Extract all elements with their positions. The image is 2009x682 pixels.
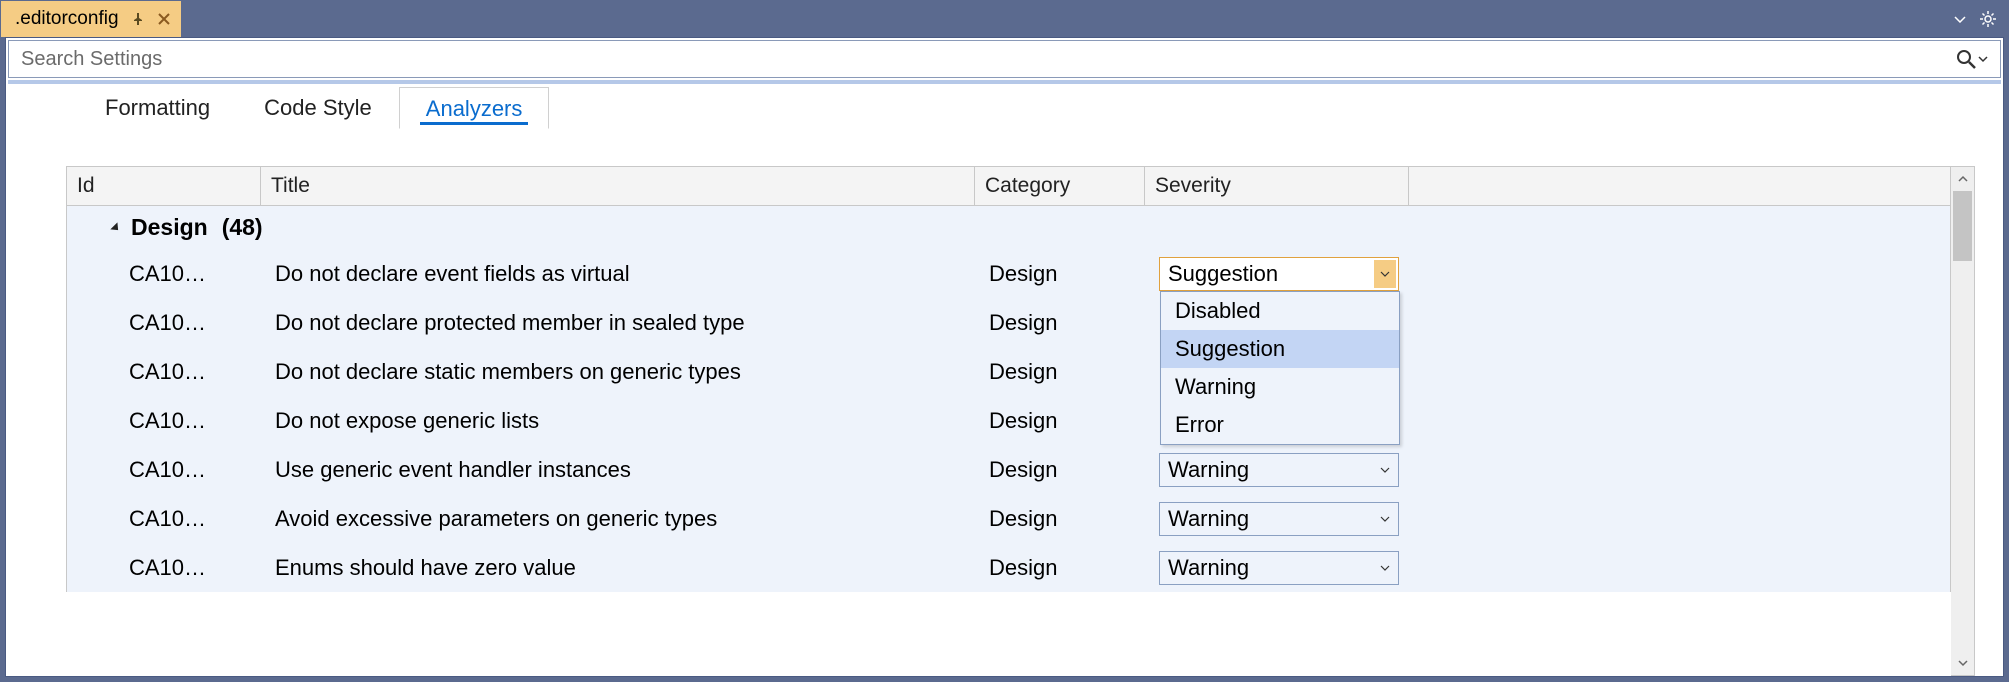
document-tab-label: .editorconfig: [15, 8, 119, 30]
cell-title: Avoid excessive parameters on generic ty…: [275, 506, 989, 532]
severity-dropdown: Disabled Suggestion Warning Error: [1160, 291, 1400, 445]
grid-header: Id Title Category Severity: [66, 166, 1951, 206]
analyzer-grid: Id Title Category Severity Design (48) C…: [66, 166, 1951, 676]
grid-wrap: Id Title Category Severity Design (48) C…: [66, 166, 1975, 676]
severity-option-error[interactable]: Error: [1161, 406, 1399, 444]
table-row[interactable]: CA10… Avoid excessive parameters on gene…: [67, 494, 1950, 543]
cell-id: CA10…: [129, 457, 275, 483]
severity-option-warning[interactable]: Warning: [1161, 368, 1399, 406]
chevron-down-icon: [1374, 554, 1396, 582]
group-count: (48): [222, 214, 263, 241]
col-header-severity[interactable]: Severity: [1145, 167, 1409, 205]
table-row[interactable]: CA10… Use generic event handler instance…: [67, 445, 1950, 494]
severity-value: Warning: [1168, 555, 1249, 581]
cell-title: Enums should have zero value: [275, 555, 989, 581]
cell-id: CA10…: [129, 506, 275, 532]
scroll-thumb[interactable]: [1953, 191, 1972, 261]
severity-value: Suggestion: [1168, 261, 1278, 287]
chevron-down-icon: [1374, 260, 1396, 288]
search-button[interactable]: [1952, 47, 1992, 71]
chevron-down-icon: [1374, 456, 1396, 484]
severity-select[interactable]: Suggestion Disabled Suggestion Warning E…: [1159, 257, 1399, 291]
col-header-id[interactable]: Id: [67, 167, 261, 205]
tab-formatting[interactable]: Formatting: [78, 86, 237, 128]
severity-select[interactable]: Warning: [1159, 453, 1399, 487]
cell-title: Use generic event handler instances: [275, 457, 989, 483]
severity-option-disabled[interactable]: Disabled: [1161, 292, 1399, 330]
group-name: Design: [131, 214, 208, 241]
cell-id: CA10…: [129, 261, 275, 287]
editor-pane: Formatting Code Style Analyzers Id Title…: [5, 37, 2004, 677]
window-menu-icon[interactable]: [1946, 1, 1974, 37]
cell-cat: Design: [989, 506, 1159, 532]
severity-value: Warning: [1168, 457, 1249, 483]
cell-id: CA10…: [129, 408, 275, 434]
col-header-rest: [1409, 167, 1950, 205]
cell-cat: Design: [989, 408, 1159, 434]
search-input[interactable]: [21, 48, 1952, 71]
cell-title: Do not declare static members on generic…: [275, 359, 989, 385]
table-row[interactable]: CA10… Do not declare event fields as vir…: [67, 249, 1950, 298]
titlebar: .editorconfig: [1, 1, 2008, 37]
close-icon[interactable]: [157, 12, 171, 26]
scroll-track[interactable]: [1951, 261, 1974, 651]
subtabs: Formatting Code Style Analyzers: [6, 84, 2003, 128]
search-bar: [8, 40, 2001, 78]
cell-id: CA10…: [129, 310, 275, 336]
severity-select[interactable]: Warning: [1159, 551, 1399, 585]
cell-id: CA10…: [129, 555, 275, 581]
severity-value: Warning: [1168, 506, 1249, 532]
cell-cat: Design: [989, 261, 1159, 287]
scroll-down-icon[interactable]: [1951, 651, 1974, 675]
gear-icon[interactable]: [1974, 1, 2002, 37]
grid-body: Design (48) CA10… Do not declare event f…: [66, 206, 1951, 592]
table-row[interactable]: CA10… Do not declare static members on g…: [67, 347, 1950, 396]
scroll-up-icon[interactable]: [1951, 167, 1974, 191]
table-row[interactable]: CA10… Do not expose generic lists Design: [67, 396, 1950, 445]
cell-title: Do not expose generic lists: [275, 408, 989, 434]
severity-select[interactable]: Warning: [1159, 502, 1399, 536]
cell-cat: Design: [989, 310, 1159, 336]
cell-cat: Design: [989, 457, 1159, 483]
group-row-design[interactable]: Design (48): [67, 206, 1950, 249]
cell-title: Do not declare event fields as virtual: [275, 261, 989, 287]
chevron-down-icon: [1978, 54, 1988, 64]
cell-cat: Design: [989, 555, 1159, 581]
table-row[interactable]: CA10… Enums should have zero value Desig…: [67, 543, 1950, 592]
severity-option-suggestion[interactable]: Suggestion: [1161, 330, 1399, 368]
col-header-category[interactable]: Category: [975, 167, 1145, 205]
search-icon: [1956, 49, 1976, 69]
tab-code-style[interactable]: Code Style: [237, 86, 399, 128]
expand-icon: [110, 222, 121, 233]
cell-title: Do not declare protected member in seale…: [275, 310, 989, 336]
vertical-scrollbar[interactable]: [1951, 166, 1975, 676]
tab-analyzers[interactable]: Analyzers: [399, 87, 550, 129]
table-row[interactable]: CA10… Do not declare protected member in…: [67, 298, 1950, 347]
col-header-title[interactable]: Title: [261, 167, 975, 205]
cell-id: CA10…: [129, 359, 275, 385]
cell-cat: Design: [989, 359, 1159, 385]
chevron-down-icon: [1374, 505, 1396, 533]
document-tab[interactable]: .editorconfig: [1, 1, 181, 37]
pin-icon[interactable]: [131, 12, 145, 26]
